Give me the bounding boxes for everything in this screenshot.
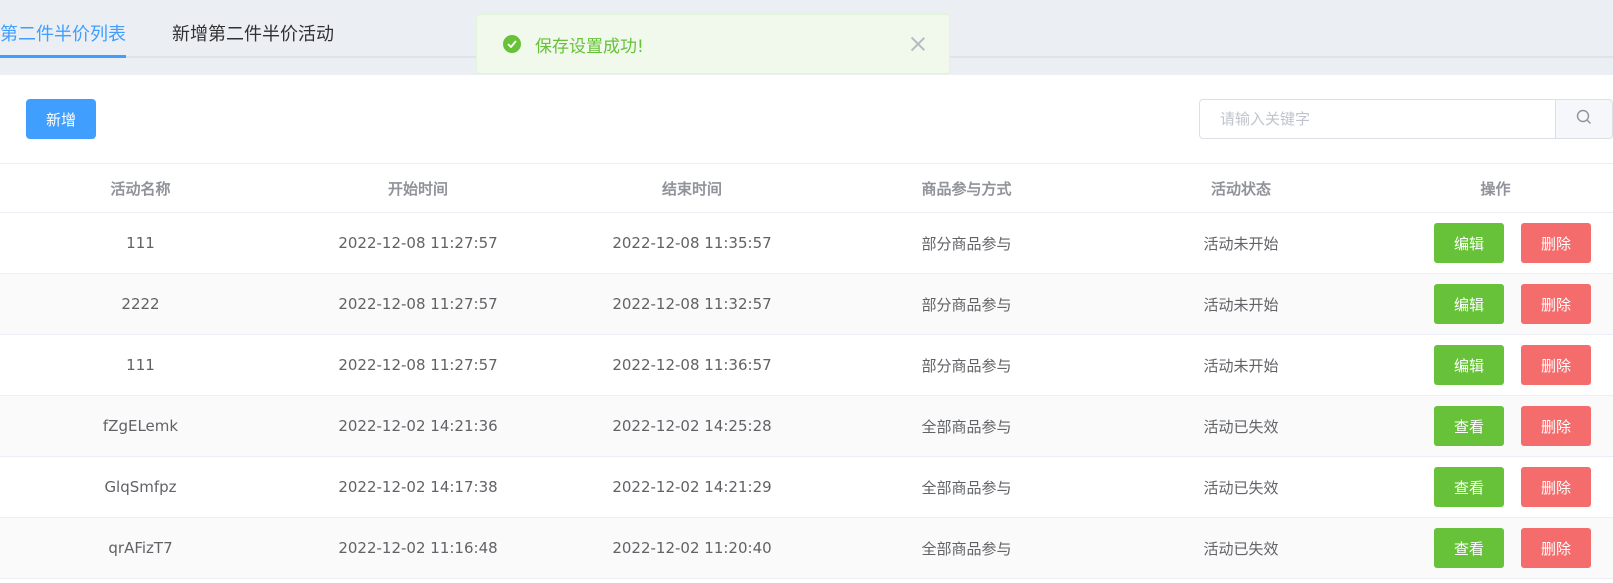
toast-message: 保存设置成功! — [535, 36, 644, 57]
cell-end-time: 2022-12-02 14:21:29 — [612, 478, 772, 496]
success-toast: 保存设置成功! — [476, 14, 950, 74]
check-circle-icon — [503, 35, 521, 53]
cell-activity-status: 活动未开始 — [1203, 356, 1279, 375]
cell-participation-mode: 全部商品参与 — [921, 417, 1012, 436]
main-panel: 新增 活动名称 开始时间 结束时间 商品参与方式 活动状态 操作 111 202… — [0, 75, 1613, 583]
search-button[interactable] — [1555, 99, 1613, 139]
cell-activity-status: 活动已失效 — [1203, 417, 1279, 436]
cell-end-time: 2022-12-08 11:36:57 — [612, 356, 772, 374]
header-end-time: 结束时间 — [661, 179, 722, 198]
table-row: qrAFizT7 2022-12-02 11:16:48 2022-12-02 … — [0, 518, 1613, 579]
cell-start-time: 2022-12-08 11:27:57 — [338, 356, 498, 374]
view-button[interactable]: 查看 — [1434, 406, 1504, 446]
cell-participation-mode: 全部商品参与 — [921, 478, 1012, 497]
cell-start-time: 2022-12-02 14:17:38 — [338, 478, 498, 496]
cell-activity-status: 活动已失效 — [1203, 478, 1279, 497]
view-button[interactable]: 查看 — [1434, 528, 1504, 568]
cell-activity-status: 活动已失效 — [1203, 539, 1279, 558]
edit-button[interactable]: 编辑 — [1434, 345, 1504, 385]
delete-button[interactable]: 删除 — [1521, 528, 1591, 568]
cell-end-time: 2022-12-08 11:35:57 — [612, 234, 772, 252]
delete-button[interactable]: 删除 — [1521, 345, 1591, 385]
delete-button[interactable]: 删除 — [1521, 223, 1591, 263]
cell-start-time: 2022-12-08 11:27:57 — [338, 295, 498, 313]
cell-participation-mode: 全部商品参与 — [921, 539, 1012, 558]
header-participation-mode: 商品参与方式 — [921, 179, 1012, 198]
add-button[interactable]: 新增 — [26, 99, 96, 139]
table-row: fZgELemk 2022-12-02 14:21:36 2022-12-02 … — [0, 396, 1613, 457]
tab-second-half-price-list[interactable]: 第二件半价列表 — [0, 20, 126, 58]
search-input[interactable] — [1199, 99, 1555, 139]
close-icon[interactable] — [907, 33, 929, 55]
header-start-time: 开始时间 — [387, 179, 448, 198]
activity-table: 活动名称 开始时间 结束时间 商品参与方式 活动状态 操作 111 2022-1… — [0, 163, 1613, 579]
cell-participation-mode: 部分商品参与 — [921, 234, 1012, 253]
cell-activity-name: GlqSmfpz — [104, 478, 177, 496]
table-row: 111 2022-12-08 11:27:57 2022-12-08 11:36… — [0, 335, 1613, 396]
cell-activity-name: fZgELemk — [102, 417, 179, 435]
cell-activity-status: 活动未开始 — [1203, 234, 1279, 253]
cell-activity-name: 111 — [126, 234, 155, 252]
header-activity-name: 活动名称 — [110, 179, 171, 198]
cell-end-time: 2022-12-08 11:32:57 — [612, 295, 772, 313]
table-row: 111 2022-12-08 11:27:57 2022-12-08 11:35… — [0, 213, 1613, 274]
table-row: GlqSmfpz 2022-12-02 14:17:38 2022-12-02 … — [0, 457, 1613, 518]
tab-add-second-half-price-activity[interactable]: 新增第二件半价活动 — [172, 20, 334, 58]
cell-end-time: 2022-12-02 11:20:40 — [612, 539, 772, 557]
cell-participation-mode: 部分商品参与 — [921, 295, 1012, 314]
table-row: 2222 2022-12-08 11:27:57 2022-12-08 11:3… — [0, 274, 1613, 335]
cell-activity-name: 111 — [126, 356, 155, 374]
delete-button[interactable]: 删除 — [1521, 284, 1591, 324]
view-button[interactable]: 查看 — [1434, 467, 1504, 507]
cell-activity-name: 2222 — [121, 295, 160, 313]
edit-button[interactable]: 编辑 — [1434, 284, 1504, 324]
delete-button[interactable]: 删除 — [1521, 467, 1591, 507]
cell-start-time: 2022-12-02 14:21:36 — [338, 417, 498, 435]
header-actions: 操作 — [1480, 179, 1511, 198]
cell-activity-name: qrAFizT7 — [108, 539, 173, 557]
cell-activity-status: 活动未开始 — [1203, 295, 1279, 314]
delete-button[interactable]: 删除 — [1521, 406, 1591, 446]
cell-participation-mode: 部分商品参与 — [921, 356, 1012, 375]
search-box — [1199, 99, 1613, 139]
search-icon — [1576, 109, 1592, 129]
cell-start-time: 2022-12-08 11:27:57 — [338, 234, 498, 252]
cell-end-time: 2022-12-02 14:25:28 — [612, 417, 772, 435]
header-activity-status: 活动状态 — [1210, 179, 1271, 198]
table-header-row: 活动名称 开始时间 结束时间 商品参与方式 活动状态 操作 — [0, 164, 1613, 213]
edit-button[interactable]: 编辑 — [1434, 223, 1504, 263]
cell-start-time: 2022-12-02 11:16:48 — [338, 539, 498, 557]
